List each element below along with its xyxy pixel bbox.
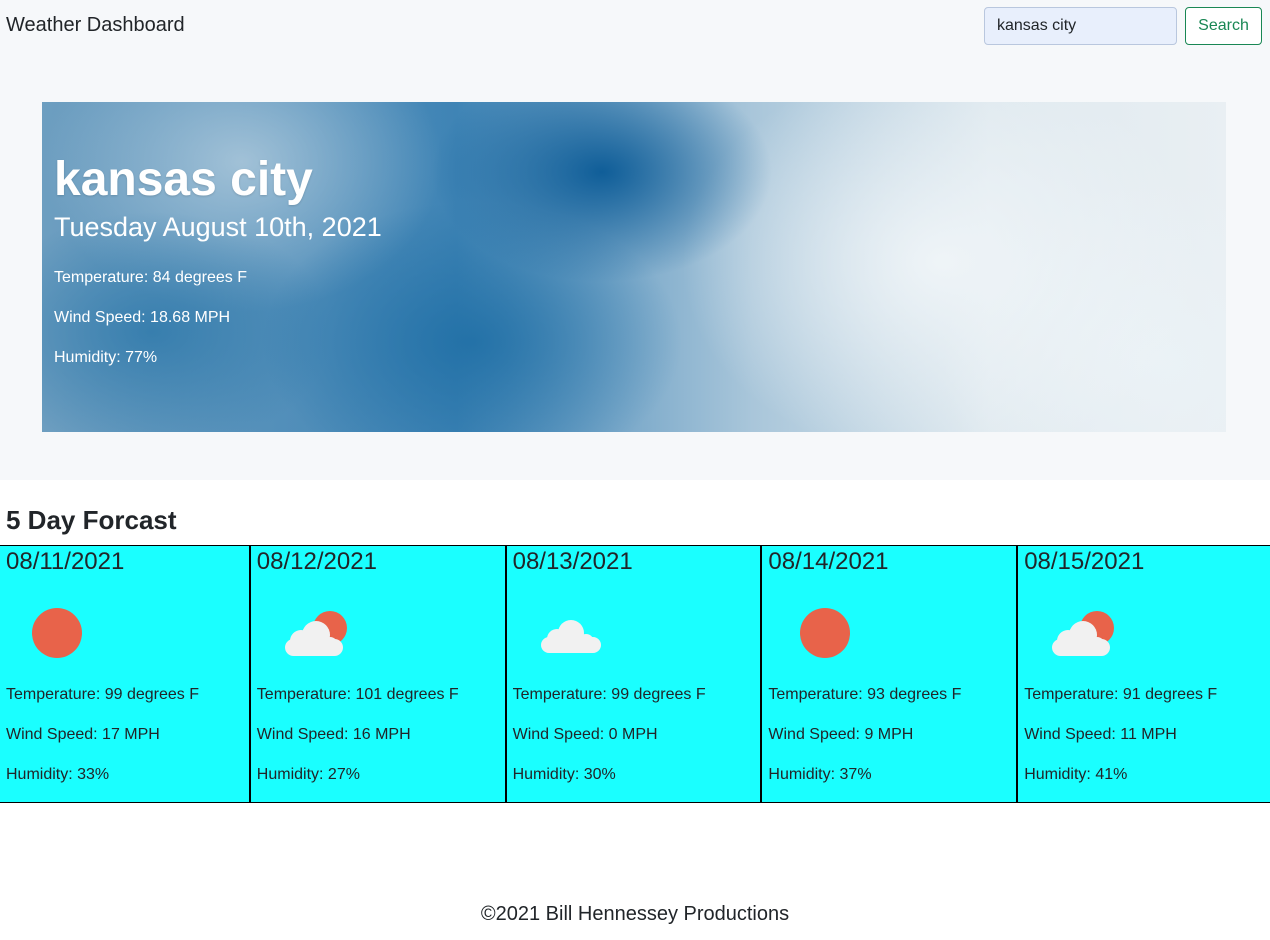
partly-cloudy-icon <box>275 601 355 661</box>
sun-icon <box>24 601 104 661</box>
forecast-card: 08/11/2021 Temperature: 99 degrees F Win… <box>0 545 251 803</box>
forecast-temperature: Temperature: 91 degrees F <box>1024 686 1218 703</box>
current-temperature: Temperature: 84 degrees F <box>54 269 247 286</box>
cloud-icon <box>531 601 611 661</box>
forecast-date: 08/14/2021 <box>768 548 889 575</box>
forecast-temperature: Temperature: 93 degrees F <box>768 686 962 703</box>
forecast-date: 08/11/2021 <box>6 548 125 575</box>
forecast-wind-speed: Wind Speed: 9 MPH <box>768 726 914 743</box>
current-city-name: kansas city <box>54 153 313 206</box>
forecast-humidity: Humidity: 33% <box>6 766 110 783</box>
current-wind-speed: Wind Speed: 18.68 MPH <box>54 309 231 326</box>
forecast-row: 08/11/2021 Temperature: 99 degrees F Win… <box>0 545 1270 803</box>
forecast-humidity: Humidity: 30% <box>512 766 616 783</box>
forecast-humidity: Humidity: 27% <box>256 766 360 783</box>
forecast-card: 08/13/2021 Temperature: 99 degrees F Win… <box>506 545 763 803</box>
forecast-humidity: Humidity: 37% <box>768 766 872 783</box>
forecast-card: 08/14/2021 Temperature: 93 degrees F Win… <box>762 545 1019 803</box>
forecast-wind-speed: Wind Speed: 11 MPH <box>1024 726 1177 743</box>
sun-icon <box>786 601 866 661</box>
forecast-date: 08/12/2021 <box>256 548 377 575</box>
forecast-temperature: Temperature: 101 degrees F <box>256 686 459 703</box>
city-search-input[interactable] <box>984 7 1177 45</box>
forecast-card: 08/12/2021 Temperature: 101 degrees F Wi… <box>250 545 507 803</box>
current-date: Tuesday August 10th, 2021 <box>54 212 382 242</box>
current-humidity: Humidity: 77% <box>54 349 158 366</box>
partly-cloudy-icon <box>1042 601 1122 661</box>
app-brand[interactable]: Weather Dashboard <box>6 14 185 37</box>
search-button[interactable]: Search <box>1185 7 1262 45</box>
forecast-temperature: Temperature: 99 degrees F <box>6 686 199 703</box>
forecast-date: 08/13/2021 <box>512 548 633 575</box>
forecast-wind-speed: Wind Speed: 0 MPH <box>512 726 658 743</box>
current-weather-banner: kansas city Tuesday August 10th, 2021 Te… <box>42 102 1226 432</box>
forecast-heading: 5 Day Forcast <box>6 505 177 535</box>
forecast-date: 08/15/2021 <box>1024 548 1145 575</box>
forecast-wind-speed: Wind Speed: 17 MPH <box>6 726 160 743</box>
forecast-temperature: Temperature: 99 degrees F <box>512 686 706 703</box>
forecast-card: 08/15/2021 Temperature: 91 degrees F Win… <box>1018 545 1270 803</box>
forecast-humidity: Humidity: 41% <box>1024 766 1128 783</box>
navbar: Weather Dashboard Search <box>0 0 1270 52</box>
current-weather-details: kansas city Tuesday August 10th, 2021 Te… <box>54 152 382 368</box>
footer-credit: ©2021 Bill Hennessey Productions <box>480 903 790 925</box>
forecast-wind-speed: Wind Speed: 16 MPH <box>256 726 411 743</box>
